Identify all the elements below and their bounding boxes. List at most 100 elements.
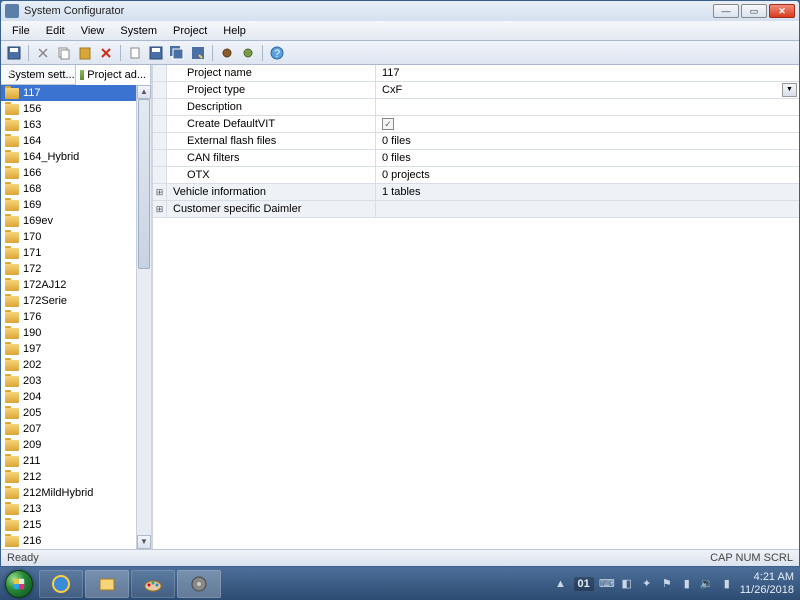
delete-icon[interactable] — [97, 44, 115, 62]
tray-battery-icon[interactable]: ▮ — [680, 577, 694, 591]
property-grid[interactable]: Project name117Project typeCxF▼Descripti… — [153, 65, 799, 549]
tab-system-settings[interactable]: System sett... — [1, 65, 76, 84]
menu-help[interactable]: Help — [216, 23, 253, 39]
property-value[interactable]: ✓ — [376, 116, 799, 132]
tree-node[interactable]: 163 — [1, 117, 136, 133]
gear1-icon[interactable] — [218, 44, 236, 62]
tree-node[interactable]: 168 — [1, 181, 136, 197]
tray-app1-icon[interactable]: ◧ — [620, 577, 634, 591]
tree-node[interactable]: 171 — [1, 245, 136, 261]
tray-action-icon[interactable]: ⚑ — [660, 577, 674, 591]
help-icon[interactable]: ? — [268, 44, 286, 62]
tree-scrollbar[interactable]: ▲ ▼ — [136, 85, 151, 549]
property-value[interactable]: 0 files — [376, 133, 799, 149]
property-value[interactable]: 117 — [376, 65, 799, 81]
close-button[interactable]: ✕ — [769, 4, 795, 18]
tray-network-icon[interactable]: ▮ — [720, 577, 734, 591]
tree-node[interactable]: 212MildHybrid — [1, 485, 136, 501]
tree-node[interactable]: 190 — [1, 325, 136, 341]
folder-icon — [5, 344, 19, 355]
tree-node[interactable]: 205 — [1, 405, 136, 421]
property-row[interactable]: Project name117 — [153, 65, 799, 82]
property-row[interactable]: OTX0 projects — [153, 167, 799, 184]
tree-node[interactable]: 117 — [1, 85, 136, 101]
scroll-up-icon[interactable]: ▲ — [137, 85, 151, 99]
tree-node[interactable]: 170 — [1, 229, 136, 245]
property-group-row[interactable]: ⊞Customer specific Daimler — [153, 201, 799, 218]
property-row[interactable]: Description — [153, 99, 799, 116]
tree-node[interactable]: 212 — [1, 469, 136, 485]
property-row[interactable]: External flash files0 files — [153, 133, 799, 150]
property-group-row[interactable]: ⊞Vehicle information1 tables — [153, 184, 799, 201]
titlebar[interactable]: System Configurator — ▭ ✕ — [1, 1, 799, 21]
taskbar-configurator[interactable] — [177, 570, 221, 598]
copy-icon[interactable] — [55, 44, 73, 62]
tree-node-label: 204 — [23, 391, 41, 403]
taskbar-paint[interactable] — [131, 570, 175, 598]
minimize-button[interactable]: — — [713, 4, 739, 18]
tray-lang[interactable]: 01 — [574, 577, 594, 591]
tray-keyboard-icon[interactable]: ⌨ — [600, 577, 614, 591]
dropdown-icon[interactable]: ▼ — [782, 83, 797, 97]
tree-node[interactable]: 207 — [1, 421, 136, 437]
project-tree[interactable]: 117156163164164_Hybrid166168169169ev1701… — [1, 85, 151, 549]
tree-node[interactable]: 211 — [1, 453, 136, 469]
property-value[interactable]: 0 projects — [376, 167, 799, 183]
menu-project[interactable]: Project — [166, 23, 214, 39]
property-row[interactable]: Create DefaultVIT✓ — [153, 116, 799, 133]
tree-node[interactable]: 202 — [1, 357, 136, 373]
tree-node[interactable]: 166 — [1, 165, 136, 181]
tree-node-label: 168 — [23, 183, 41, 195]
property-row[interactable]: CAN filters0 files — [153, 150, 799, 167]
menu-file[interactable]: File — [5, 23, 37, 39]
tray-app2-icon[interactable]: ✦ — [640, 577, 654, 591]
tree-node[interactable]: 169ev — [1, 213, 136, 229]
gear2-icon[interactable] — [239, 44, 257, 62]
property-value[interactable]: CxF▼ — [376, 82, 799, 98]
saveas-icon[interactable] — [189, 44, 207, 62]
menu-system[interactable]: System — [113, 23, 164, 39]
paste-icon[interactable] — [76, 44, 94, 62]
save2-icon[interactable] — [147, 44, 165, 62]
tree-node[interactable]: 169 — [1, 197, 136, 213]
taskbar[interactable]: ▲ 01 ⌨ ◧ ✦ ⚑ ▮ 🔉 ▮ 4:21 AM 11/26/2018 — [0, 567, 800, 600]
tree-node[interactable]: 203 — [1, 373, 136, 389]
checkbox[interactable]: ✓ — [382, 118, 394, 130]
tree-node[interactable]: 172 — [1, 261, 136, 277]
tab-project-admin[interactable]: Project ad... — [76, 65, 151, 85]
property-row[interactable]: Project typeCxF▼ — [153, 82, 799, 99]
scroll-down-icon[interactable]: ▼ — [137, 535, 151, 549]
tree-node[interactable]: 204 — [1, 389, 136, 405]
scroll-thumb[interactable] — [138, 99, 150, 269]
menu-edit[interactable]: Edit — [39, 23, 72, 39]
tree-node[interactable]: 216 — [1, 533, 136, 549]
taskbar-ie[interactable] — [39, 570, 83, 598]
save-icon[interactable] — [5, 44, 23, 62]
maximize-button[interactable]: ▭ — [741, 4, 767, 18]
menu-view[interactable]: View — [74, 23, 112, 39]
saveall-icon[interactable] — [168, 44, 186, 62]
tree-node[interactable]: 197 — [1, 341, 136, 357]
expand-icon[interactable]: ⊞ — [153, 184, 167, 200]
tree-node[interactable]: 156 — [1, 101, 136, 117]
tree-node[interactable]: 172AJ12 — [1, 277, 136, 293]
tree-node[interactable]: 164 — [1, 133, 136, 149]
cut-icon[interactable] — [34, 44, 52, 62]
tree-node[interactable]: 213 — [1, 501, 136, 517]
new-icon[interactable] — [126, 44, 144, 62]
tree-node-label: 213 — [23, 503, 41, 515]
tree-node[interactable]: 215 — [1, 517, 136, 533]
property-value[interactable] — [376, 99, 799, 115]
expand-icon[interactable]: ⊞ — [153, 201, 167, 217]
tree-node[interactable]: 164_Hybrid — [1, 149, 136, 165]
taskbar-clock[interactable]: 4:21 AM 11/26/2018 — [740, 571, 794, 595]
property-value[interactable]: 0 files — [376, 150, 799, 166]
tree-node[interactable]: 172Serie — [1, 293, 136, 309]
tree-node[interactable]: 209 — [1, 437, 136, 453]
taskbar-explorer[interactable] — [85, 570, 129, 598]
property-name: Description — [167, 99, 376, 115]
tree-node[interactable]: 176 — [1, 309, 136, 325]
tray-volume-icon[interactable]: 🔉 — [700, 577, 714, 591]
start-button[interactable] — [0, 567, 38, 600]
tray-up-icon[interactable]: ▲ — [554, 577, 568, 591]
